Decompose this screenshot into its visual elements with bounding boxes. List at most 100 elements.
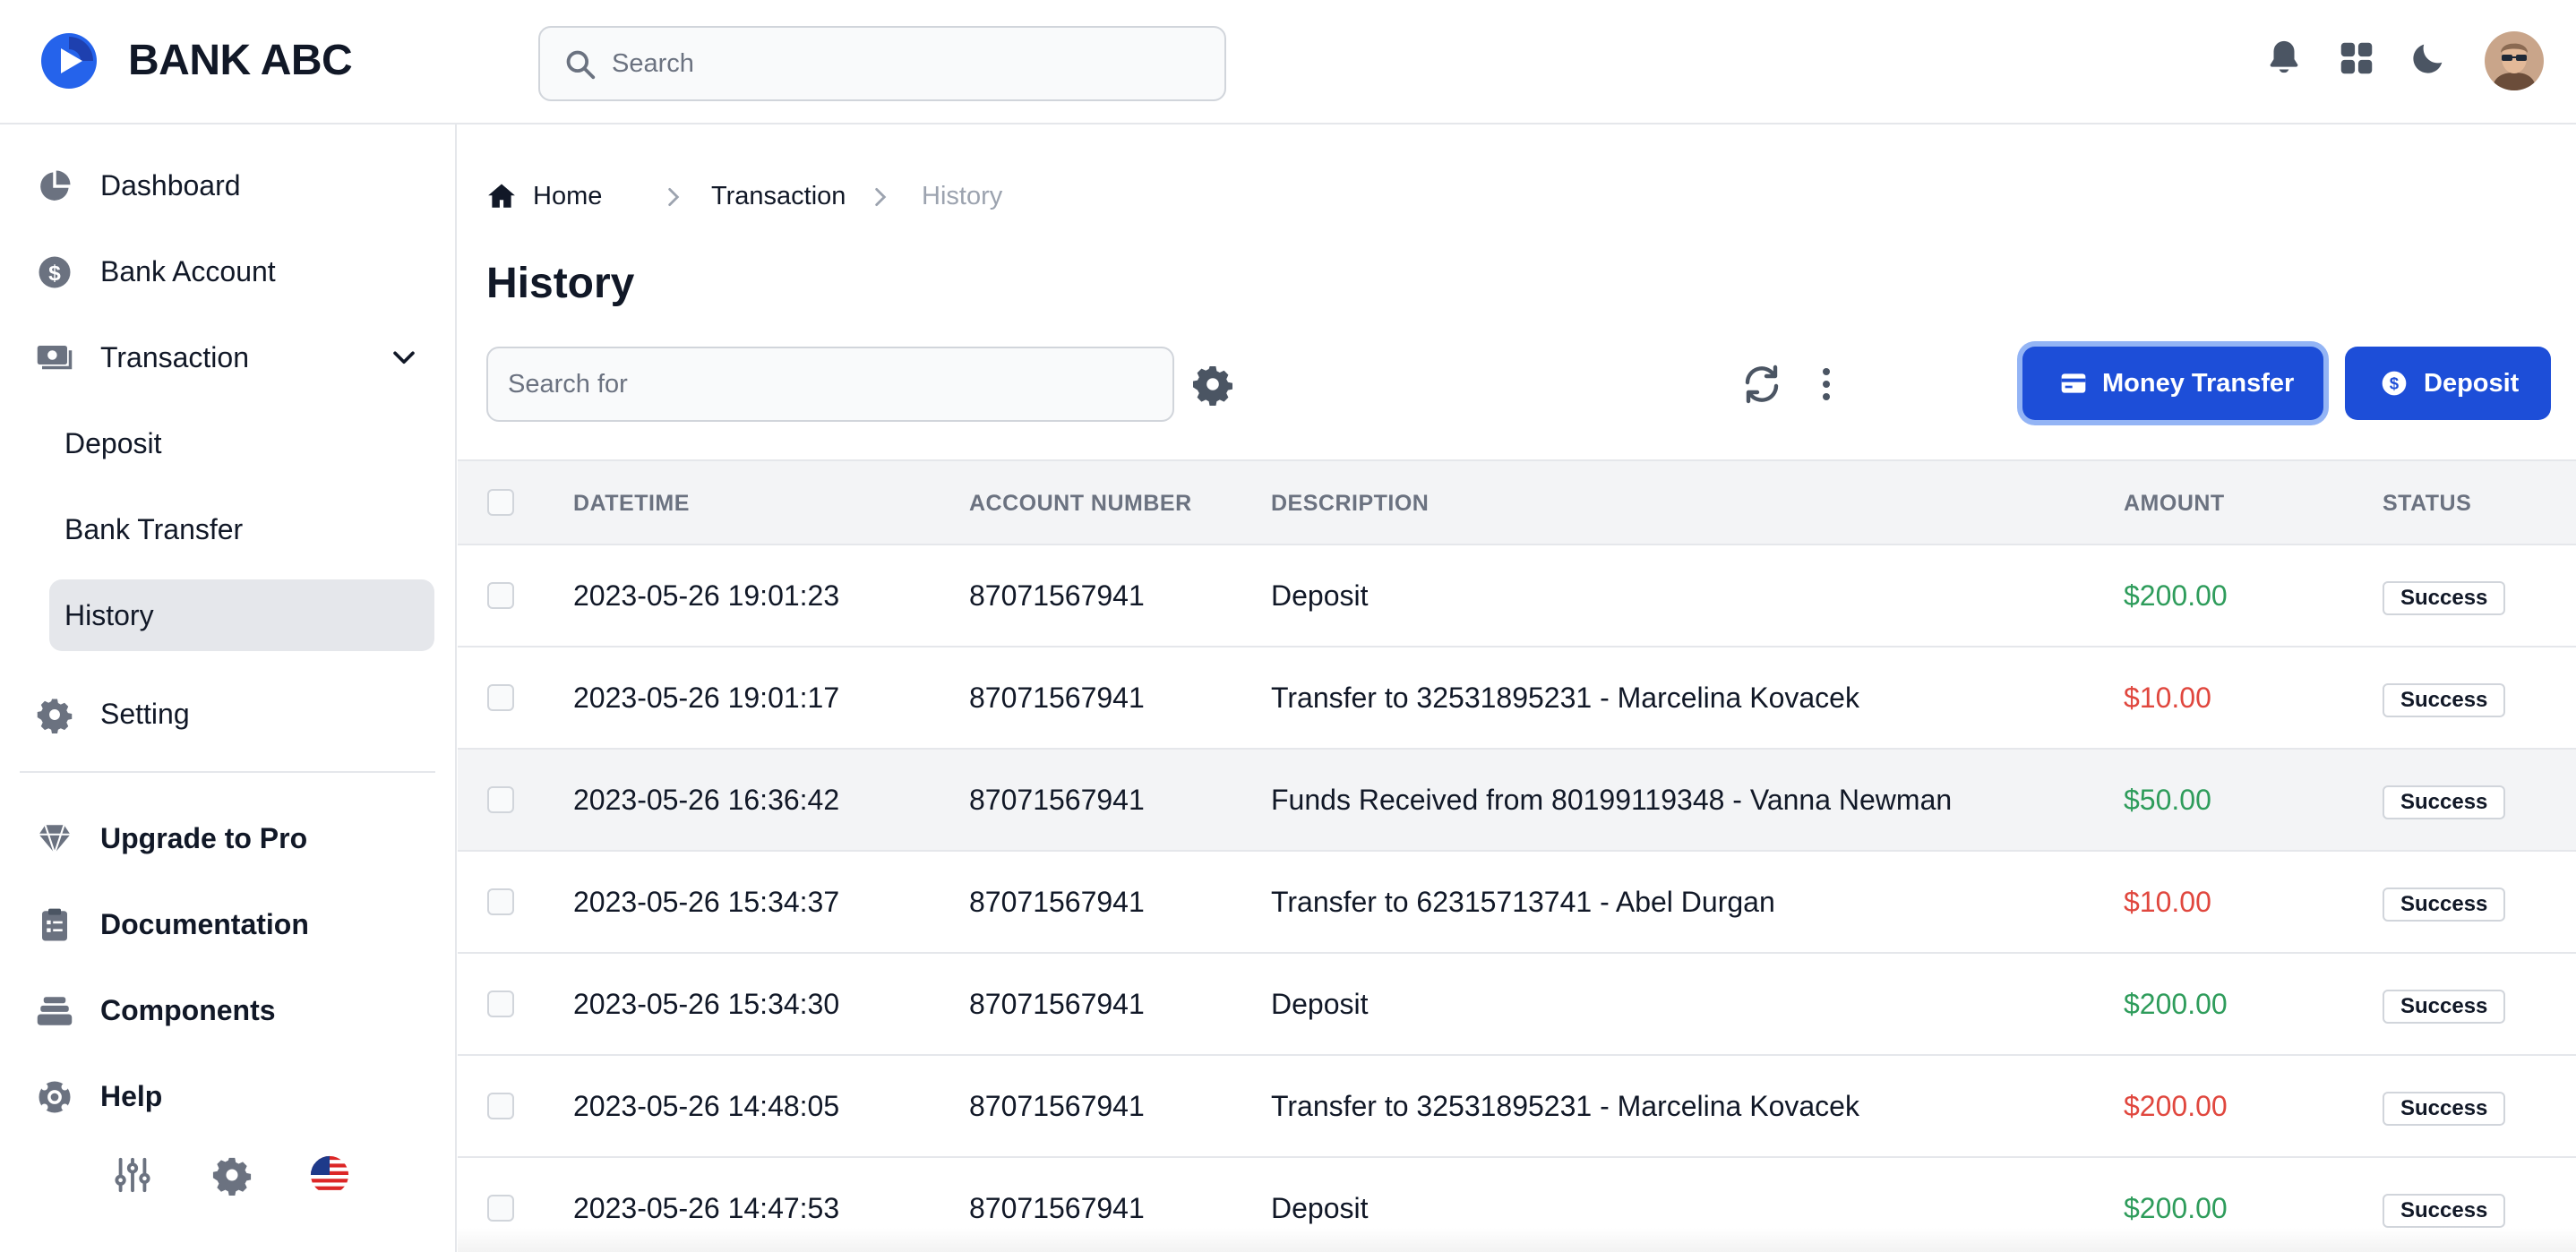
bell-icon[interactable] bbox=[2263, 38, 2305, 79]
status-badge: Success bbox=[2383, 581, 2506, 615]
deposit-label: Deposit bbox=[2424, 369, 2520, 398]
gear-icon bbox=[37, 699, 73, 733]
column-header-amount[interactable]: AMOUNT bbox=[2124, 461, 2225, 545]
cell-datetime: 2023-05-26 19:01:23 bbox=[573, 579, 840, 612]
row-checkbox[interactable] bbox=[487, 990, 514, 1017]
column-header-description[interactable]: DESCRIPTION bbox=[1271, 461, 1429, 545]
sidebar-subitem-bank-transfer[interactable]: Bank Transfer bbox=[49, 493, 434, 565]
cell-description: Funds Received from 80199119348 - Vanna … bbox=[1271, 784, 1953, 816]
clipboard-icon bbox=[42, 908, 67, 941]
table-row[interactable]: 2023-05-26 19:01:17 87071567941 Transfer… bbox=[458, 647, 2576, 750]
settings-gear-icon[interactable] bbox=[1191, 363, 1234, 406]
apps-grid-icon[interactable] bbox=[2336, 38, 2377, 79]
breadcrumb-transaction[interactable]: Transaction bbox=[711, 169, 846, 223]
table-row[interactable]: 2023-05-26 15:34:30 87071567941 Deposit … bbox=[458, 954, 2576, 1056]
cell-amount: $50.00 bbox=[2124, 784, 2211, 816]
money-transfer-label: Money Transfer bbox=[2102, 369, 2295, 398]
sidebar-item-label: Bank Transfer bbox=[64, 513, 244, 545]
table-row[interactable]: 2023-05-26 15:34:37 87071567941 Transfer… bbox=[458, 852, 2576, 954]
credit-card-icon bbox=[2061, 373, 2086, 393]
row-checkbox[interactable] bbox=[487, 1195, 514, 1222]
status-badge: Success bbox=[2383, 888, 2506, 922]
global-search[interactable] bbox=[538, 26, 1226, 101]
cash-icon bbox=[37, 346, 73, 370]
sidebar-item-components[interactable]: Components bbox=[20, 974, 435, 1046]
sidebar-item-label: History bbox=[64, 599, 154, 631]
page-title: History bbox=[486, 260, 635, 307]
user-avatar[interactable] bbox=[2485, 31, 2544, 90]
status-badge: Success bbox=[2383, 1092, 2506, 1126]
sidebar-item-label: Dashboard bbox=[100, 169, 241, 202]
cell-description: Transfer to 32531895231 - Marcelina Kova… bbox=[1271, 1090, 1859, 1122]
brand-logo-icon[interactable] bbox=[39, 31, 99, 90]
cell-description: Transfer to 32531895231 - Marcelina Kova… bbox=[1271, 682, 1859, 714]
status-badge: Success bbox=[2383, 785, 2506, 819]
home-icon[interactable] bbox=[486, 181, 517, 211]
svg-text:$: $ bbox=[2390, 374, 2400, 393]
cell-amount: $200.00 bbox=[2124, 579, 2228, 612]
sidebar-item-label: Bank Account bbox=[100, 255, 276, 287]
status-badge: Success bbox=[2383, 1194, 2506, 1228]
sidebar-item-label: Components bbox=[100, 994, 276, 1026]
row-checkbox[interactable] bbox=[487, 786, 514, 813]
refresh-icon[interactable] bbox=[1740, 363, 1783, 406]
money-transfer-button[interactable]: Money Transfer bbox=[2022, 347, 2323, 420]
sidebar-divider bbox=[20, 771, 435, 773]
cell-amount: $200.00 bbox=[2124, 1090, 2228, 1122]
column-header-status[interactable]: STATUS bbox=[2383, 461, 2471, 545]
sidebar-subitem-deposit[interactable]: Deposit bbox=[49, 407, 434, 479]
chevron-right-icon bbox=[875, 187, 887, 207]
sidebar-item-upgrade-to-pro[interactable]: Upgrade to Pro bbox=[20, 802, 435, 874]
row-checkbox[interactable] bbox=[487, 888, 514, 915]
sidebar: Dashboard $ Bank Account Transaction Dep… bbox=[0, 124, 457, 1252]
sidebar-item-help[interactable]: Help bbox=[20, 1060, 435, 1132]
table-row[interactable]: 2023-05-26 16:36:42 87071567941 Funds Re… bbox=[458, 750, 2576, 852]
cell-account: 87071567941 bbox=[969, 579, 1145, 612]
more-vertical-icon[interactable] bbox=[1805, 363, 1848, 406]
breadcrumb-home[interactable]: Home bbox=[533, 169, 602, 223]
sidebar-subitem-history[interactable]: History bbox=[49, 579, 434, 651]
sidebar-item-bank-account[interactable]: $ Bank Account bbox=[20, 236, 435, 307]
sliders-icon[interactable] bbox=[112, 1154, 153, 1196]
table-header: DATETIME ACCOUNT NUMBER DESCRIPTION AMOU… bbox=[458, 459, 2576, 545]
table-row[interactable]: 2023-05-26 19:01:23 87071567941 Deposit … bbox=[458, 545, 2576, 647]
row-checkbox[interactable] bbox=[487, 582, 514, 609]
sidebar-item-label: Deposit bbox=[64, 427, 162, 459]
sidebar-item-documentation[interactable]: Documentation bbox=[20, 888, 435, 960]
sidebar-item-dashboard[interactable]: Dashboard bbox=[20, 150, 435, 221]
cell-datetime: 2023-05-26 14:48:05 bbox=[573, 1090, 840, 1122]
table-search-input[interactable] bbox=[508, 348, 1153, 420]
cell-datetime: 2023-05-26 16:36:42 bbox=[573, 784, 840, 816]
row-checkbox[interactable] bbox=[487, 684, 514, 711]
deposit-button[interactable]: $ Deposit bbox=[2345, 347, 2551, 420]
cell-datetime: 2023-05-26 19:01:17 bbox=[573, 682, 840, 714]
lifebuoy-icon bbox=[39, 1081, 71, 1113]
cell-amount: $10.00 bbox=[2124, 886, 2211, 918]
moon-icon[interactable] bbox=[2408, 38, 2449, 79]
select-all-checkbox[interactable] bbox=[487, 489, 514, 516]
chevron-down-icon[interactable] bbox=[389, 343, 419, 373]
table-row[interactable]: 2023-05-26 14:48:05 87071567941 Transfer… bbox=[458, 1056, 2576, 1158]
cell-description: Transfer to 62315713741 - Abel Durgan bbox=[1271, 886, 1775, 918]
sidebar-item-setting[interactable]: Setting bbox=[20, 678, 435, 750]
brand-name[interactable]: BANK ABC bbox=[128, 34, 353, 88]
cell-account: 87071567941 bbox=[969, 1090, 1145, 1122]
table-search[interactable] bbox=[486, 347, 1174, 422]
column-header-datetime[interactable]: DATETIME bbox=[573, 461, 690, 545]
cell-datetime: 2023-05-26 15:34:37 bbox=[573, 886, 840, 918]
search-icon bbox=[566, 50, 596, 80]
main-content: Home Transaction History History Money T… bbox=[458, 124, 2576, 1252]
sidebar-item-transaction[interactable]: Transaction bbox=[20, 322, 435, 393]
chevron-right-icon bbox=[668, 187, 680, 207]
us-flag-icon[interactable] bbox=[309, 1154, 350, 1196]
global-search-input[interactable] bbox=[612, 28, 1203, 99]
gear-icon[interactable] bbox=[211, 1154, 253, 1196]
column-header-account-number[interactable]: ACCOUNT NUMBER bbox=[969, 461, 1192, 545]
cell-amount: $10.00 bbox=[2124, 682, 2211, 714]
row-checkbox[interactable] bbox=[487, 1093, 514, 1119]
sidebar-item-label: Setting bbox=[100, 698, 190, 730]
sidebar-item-label: Transaction bbox=[100, 341, 249, 373]
status-badge: Success bbox=[2383, 990, 2506, 1024]
stack-icon bbox=[37, 997, 73, 1025]
sidebar-item-label: Help bbox=[100, 1080, 163, 1112]
